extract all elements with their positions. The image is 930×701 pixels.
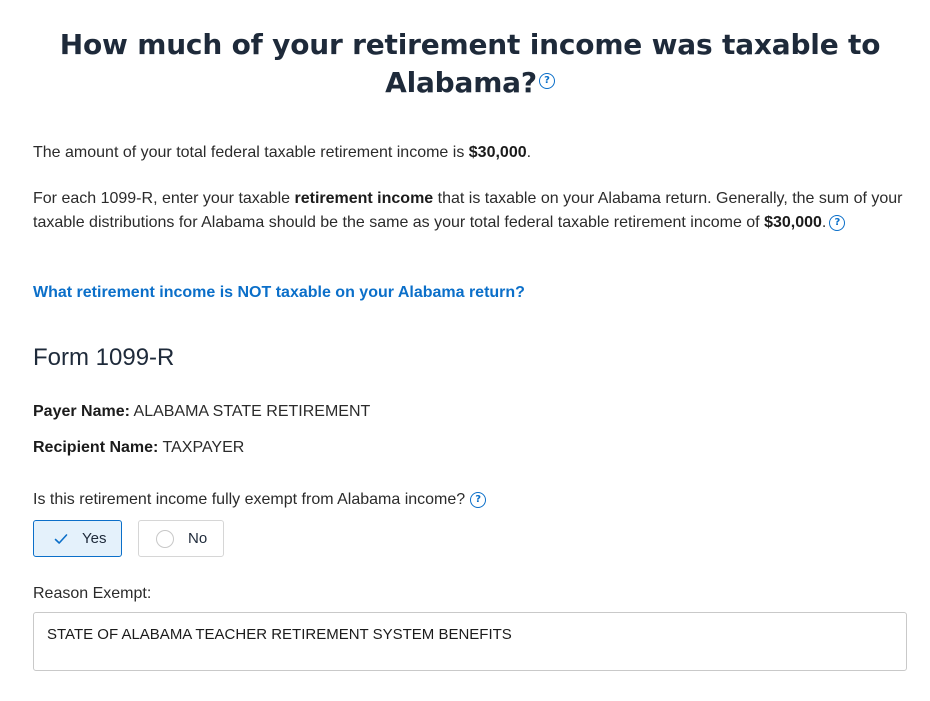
payer-name-row: Payer Name: ALABAMA STATE RETIREMENT	[33, 400, 370, 424]
total-income-amount: $30,000	[468, 144, 527, 161]
payer-name-label: Payer Name:	[33, 403, 130, 420]
no-button[interactable]: No	[138, 520, 224, 557]
page-title-text: How much of your retirement income was t…	[59, 28, 881, 99]
exempt-question: Is this retirement income fully exempt f…	[33, 488, 487, 512]
yes-label: Yes	[82, 530, 107, 547]
total-income-statement: The amount of your total federal taxable…	[33, 141, 907, 165]
help-icon[interactable]: ?	[829, 214, 846, 231]
form-title: Form 1099-R	[33, 344, 175, 371]
checkmark-icon	[54, 532, 68, 546]
reason-exempt-label: Reason Exempt:	[33, 585, 152, 602]
reason-exempt-field[interactable]: STATE OF ALABAMA TEACHER RETIREMENT SYST…	[33, 612, 907, 671]
recipient-name-row: Recipient Name: TAXPAYER	[33, 436, 244, 460]
instructions-part1: For each 1099-R, enter your taxable	[33, 190, 295, 207]
instructions-amount: $30,000	[764, 214, 822, 231]
instructions-paragraph: For each 1099-R, enter your taxable reti…	[33, 187, 907, 235]
yes-button[interactable]: Yes	[33, 520, 122, 557]
instructions-bold: retirement income	[294, 190, 434, 207]
payer-name-value: ALABAMA STATE RETIREMENT	[129, 403, 371, 420]
help-icon[interactable]: ?	[470, 491, 487, 508]
not-taxable-info-link[interactable]: What retirement income is NOT taxable on…	[33, 281, 525, 305]
instructions-suffix: .	[821, 214, 827, 231]
page-title: How much of your retirement income was t…	[33, 26, 907, 102]
recipient-name-label: Recipient Name:	[33, 439, 159, 456]
no-label: No	[188, 530, 208, 547]
help-icon[interactable]: ?	[538, 73, 555, 89]
total-income-prefix: The amount of your total federal taxable…	[33, 144, 469, 161]
reason-exempt-value: STATE OF ALABAMA TEACHER RETIREMENT SYST…	[47, 626, 512, 643]
exempt-question-text: Is this retirement income fully exempt f…	[33, 491, 466, 508]
radio-empty-icon	[156, 529, 174, 548]
recipient-name-value: TAXPAYER	[158, 439, 245, 456]
total-income-suffix: .	[526, 144, 532, 161]
